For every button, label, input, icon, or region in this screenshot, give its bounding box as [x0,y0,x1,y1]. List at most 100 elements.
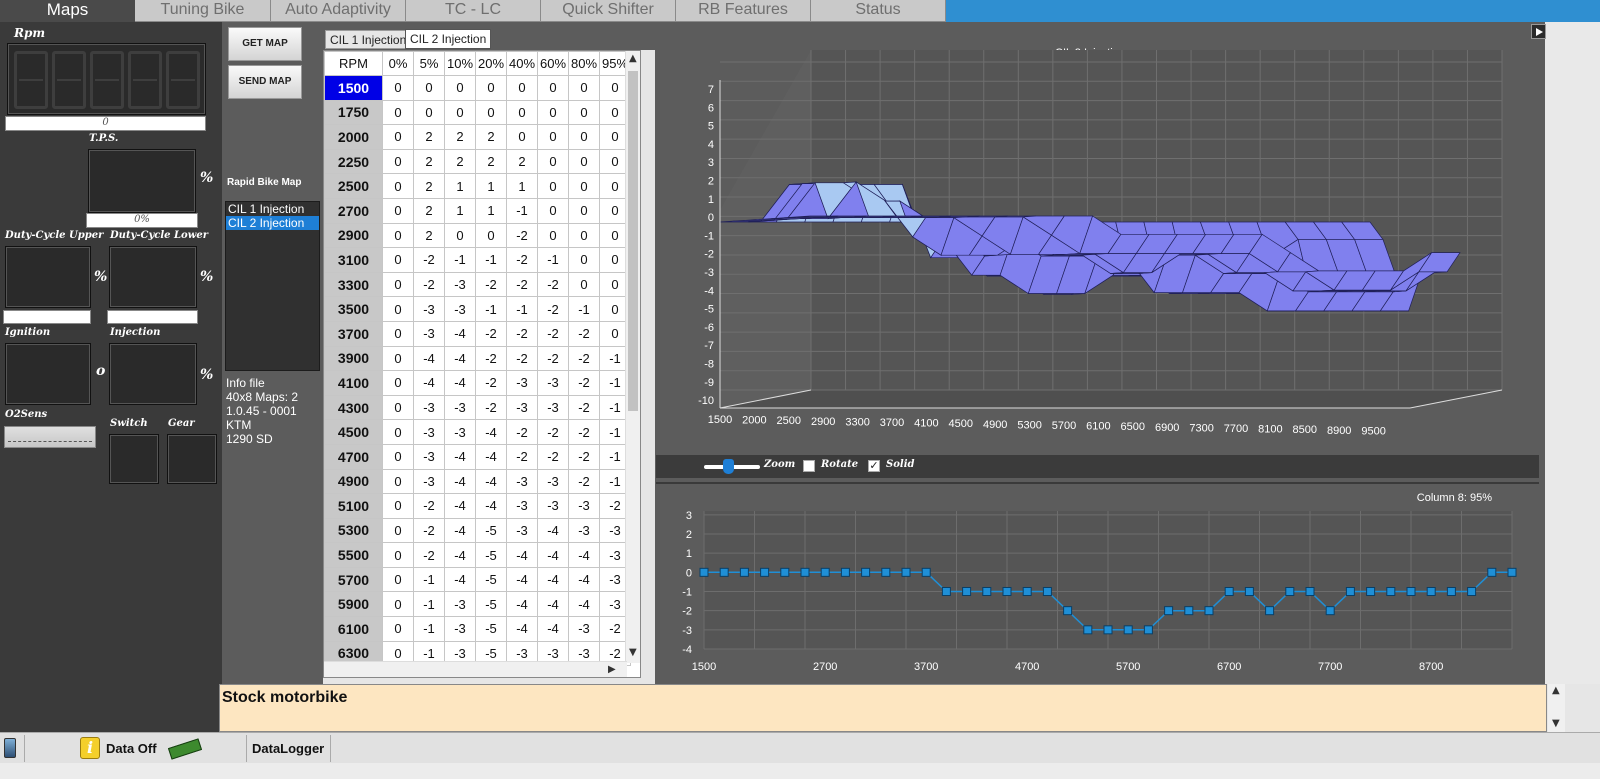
map-cell[interactable]: -1 [413,591,445,618]
map-cell[interactable]: 2 [506,148,538,175]
map-cell[interactable]: -4 [537,517,569,544]
map-cell[interactable]: 2 [413,124,445,150]
map-cell[interactable]: 0 [444,75,476,101]
map-cell[interactable]: -1 [506,296,538,322]
map-list-item-cil2[interactable]: CIL 2 Injection [226,216,319,230]
map-cell[interactable]: -2 [413,517,445,544]
map-cell[interactable]: -2 [568,370,600,396]
map-cell[interactable]: 1 [506,173,538,199]
rpm-cell[interactable]: 1500 [324,75,383,101]
map-cell[interactable]: 0 [413,99,445,126]
column-header[interactable]: 60% [537,51,569,76]
map-cell[interactable]: 0 [382,370,414,396]
map-cell[interactable]: -1 [444,247,476,273]
map-cell[interactable]: -4 [506,566,538,593]
map-cell[interactable]: 2 [413,173,445,199]
map-cell[interactable]: 0 [568,247,600,273]
map-cell[interactable]: 0 [537,75,569,101]
map-cell[interactable]: -5 [475,542,507,568]
rpm-cell[interactable]: 5300 [324,517,383,544]
map-cell[interactable]: -3 [444,394,476,421]
map-cell[interactable]: 0 [382,247,414,273]
map-cell[interactable]: 0 [537,148,569,175]
map-cell[interactable]: -4 [537,542,569,568]
map-cell[interactable]: -3 [506,394,538,421]
map-cell[interactable]: 0 [382,173,414,199]
map-cell[interactable]: 0 [537,222,569,249]
map-cell[interactable]: -2 [506,247,538,273]
map-cell[interactable]: -2 [506,345,538,372]
map-cell[interactable]: -5 [475,517,507,544]
map-cell[interactable]: -4 [475,468,507,495]
map-cell[interactable]: 0 [506,99,538,126]
map-cell[interactable]: -3 [506,517,538,544]
tab-cil1-injection[interactable]: CIL 1 Injection [325,30,412,49]
map-cell[interactable]: 0 [506,75,538,101]
map-cell[interactable]: 0 [444,222,476,249]
rpm-cell[interactable]: 4900 [324,468,383,495]
map-cell[interactable]: -5 [475,591,507,618]
column-header[interactable]: 40% [506,51,538,76]
tab-cil2-injection[interactable]: CIL 2 Injection [405,29,492,49]
rpm-cell[interactable]: 4700 [324,443,383,470]
memory-card-icon[interactable] [167,738,203,760]
map-cell[interactable]: -4 [537,591,569,618]
map-cell[interactable]: 0 [537,99,569,126]
map-cell[interactable]: -3 [537,493,569,519]
map-cell[interactable]: 0 [568,99,600,126]
map-cell[interactable]: 0 [382,222,414,249]
map-cell[interactable]: 0 [382,296,414,322]
map-cell[interactable]: -4 [568,566,600,593]
map-cell[interactable]: 0 [382,443,414,470]
map-cell[interactable]: -2 [506,419,538,445]
scroll-up-icon[interactable]: ▲ [629,53,637,64]
map-cell[interactable]: -1 [568,296,600,322]
map-cell[interactable]: -2 [568,468,600,495]
map-cell[interactable]: 0 [537,124,569,150]
map-cell[interactable]: -4 [413,370,445,396]
map-cell[interactable]: -4 [537,566,569,593]
map-cell[interactable]: -3 [444,591,476,618]
desc-scroll-down-icon[interactable]: ▼ [1552,718,1560,729]
map-cell[interactable]: 0 [382,197,414,224]
rpm-cell[interactable]: 2000 [324,124,383,150]
column-header[interactable]: RPM [324,51,383,76]
map-cell[interactable]: 0 [382,591,414,618]
datalogger-button[interactable]: DataLogger [252,741,324,756]
map-cell[interactable]: 0 [568,222,600,249]
map-cell[interactable]: 0 [537,197,569,224]
map-cell[interactable]: -2 [506,320,538,347]
map-cell[interactable]: -3 [506,493,538,519]
column-header[interactable]: 20% [475,51,507,76]
map-cell[interactable]: -3 [413,320,445,347]
map-cell[interactable]: 2 [475,148,507,175]
map-cell[interactable]: 0 [475,75,507,101]
map-cell[interactable]: -1 [475,247,507,273]
rotate-checkbox[interactable] [803,460,815,472]
map-cell[interactable]: -2 [475,370,507,396]
map-cell[interactable]: -4 [568,542,600,568]
map-cell[interactable]: -4 [537,616,569,642]
tab-rb-features[interactable]: RB Features [676,0,811,22]
expand-panel-icon[interactable] [1531,24,1546,39]
map-cell[interactable]: -1 [537,247,569,273]
surface-3d-chart[interactable]: CIL 2 Injection 76543210-1-2-3-4-5-6-7-8… [656,40,1540,452]
map-cell[interactable]: -2 [537,443,569,470]
solid-checkbox[interactable]: ✓ [868,460,880,472]
map-cell[interactable]: -2 [568,443,600,470]
map-cell[interactable]: -3 [444,296,476,322]
tab-status[interactable]: Status [811,0,946,22]
tab-tc-lc[interactable]: TC - LC [406,0,541,22]
map-cell[interactable]: -3 [413,468,445,495]
map-cell[interactable]: -4 [568,591,600,618]
map-cell[interactable]: -4 [475,419,507,445]
map-cell[interactable]: 2 [444,148,476,175]
map-cell[interactable]: -2 [537,345,569,372]
scroll-right-icon[interactable]: ▶ [608,664,616,675]
map-cell[interactable]: -2 [568,419,600,445]
map-cell[interactable]: -3 [444,616,476,642]
map-cell[interactable]: 0 [382,419,414,445]
map-cell[interactable]: -2 [537,320,569,347]
map-cell[interactable]: -2 [568,345,600,372]
send-map-button[interactable]: SEND MAP [228,65,302,99]
